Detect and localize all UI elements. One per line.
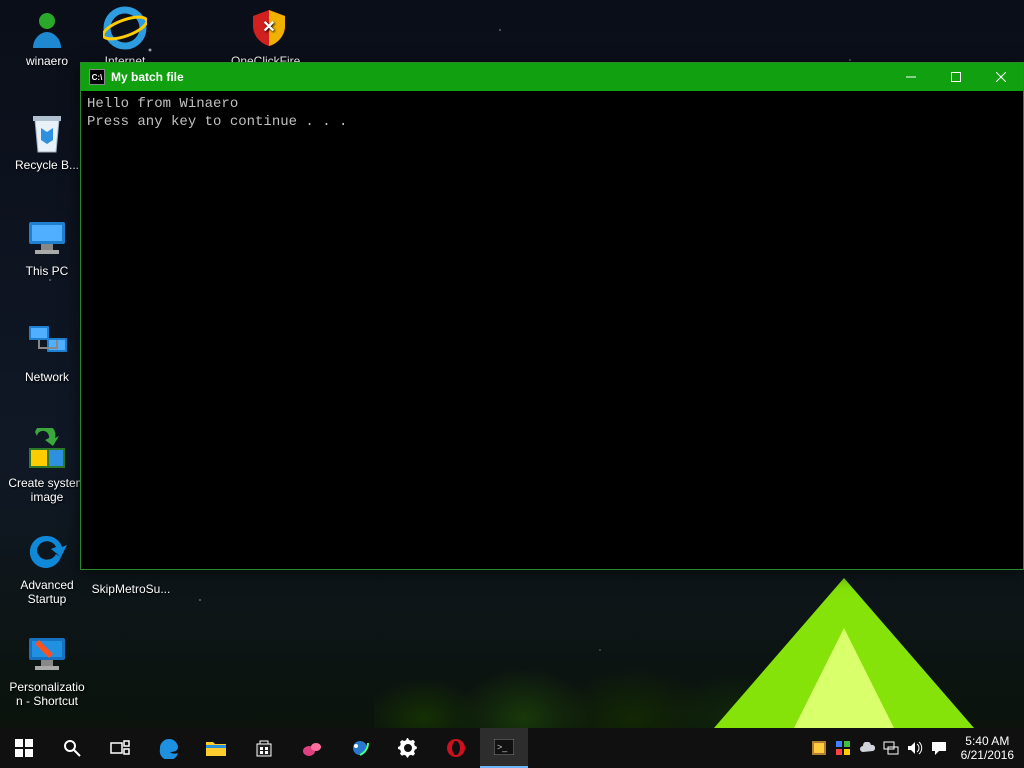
tray-notifications-icon[interactable] xyxy=(927,728,951,768)
desktop-icon-network[interactable]: Network xyxy=(8,320,86,384)
taskview-button[interactable] xyxy=(96,728,144,768)
desktop-icon-recycle[interactable]: Recycle B... xyxy=(8,108,86,172)
tray-onedrive-icon[interactable] xyxy=(855,728,879,768)
close-button[interactable] xyxy=(978,63,1023,91)
search-button[interactable] xyxy=(48,728,96,768)
tray-icon-2[interactable] xyxy=(831,728,855,768)
taskbar[interactable]: >_ 5:40 AM 6/21/2016 xyxy=(0,728,1024,768)
store-button[interactable] xyxy=(240,728,288,768)
pc-icon xyxy=(23,214,71,262)
shield-icon: ✕ xyxy=(245,4,293,52)
maximize-button[interactable] xyxy=(933,63,978,91)
cmd-window[interactable]: C:\ My batch file Hello from Winaero Pre… xyxy=(80,62,1024,570)
titlebar[interactable]: C:\ My batch file xyxy=(81,63,1023,91)
refresh-icon xyxy=(23,528,71,576)
clock-time: 5:40 AM xyxy=(961,734,1014,748)
tray-icon-1[interactable] xyxy=(807,728,831,768)
pinned-app-2[interactable] xyxy=(336,728,384,768)
start-button[interactable] xyxy=(0,728,48,768)
system-tray[interactable]: 5:40 AM 6/21/2016 xyxy=(807,728,1024,768)
desktop-icon-internet[interactable]: Internet xyxy=(86,4,164,68)
desktop-icon-label: winaero xyxy=(8,54,86,68)
desktop-icon-create-system-image[interactable]: Create system image xyxy=(8,426,86,504)
opera-button[interactable] xyxy=(432,728,480,768)
desktop-icon-advanced-startup[interactable]: Advanced Startup xyxy=(8,528,86,606)
backup-icon xyxy=(23,426,71,474)
pinned-app-1[interactable] xyxy=(288,728,336,768)
desktop-icon-label: Personalization - Shortcut xyxy=(8,680,86,708)
svg-text:>_: >_ xyxy=(497,742,508,752)
desktop-icon-label: Advanced Startup xyxy=(8,578,86,606)
desktop-icon-winaero[interactable]: winaero xyxy=(8,4,86,68)
settings-button[interactable] xyxy=(384,728,432,768)
console-output[interactable]: Hello from Winaero Press any key to cont… xyxy=(81,91,1023,135)
svg-text:✕: ✕ xyxy=(262,19,275,36)
desktop-icon-label: Recycle B... xyxy=(8,158,86,172)
ie-icon xyxy=(101,4,149,52)
tray-network-icon[interactable] xyxy=(879,728,903,768)
desktop-icon-label: Network xyxy=(8,370,86,384)
explorer-button[interactable] xyxy=(192,728,240,768)
desktop-icon-label: SkipMetroSu... xyxy=(86,582,176,596)
tray-volume-icon[interactable] xyxy=(903,728,927,768)
desktop-icon-label: This PC xyxy=(8,264,86,278)
window-title: My batch file xyxy=(111,70,888,84)
taskbar-clock[interactable]: 5:40 AM 6/21/2016 xyxy=(951,734,1024,762)
edge-button[interactable] xyxy=(144,728,192,768)
desktop-icon-label: Create system image xyxy=(8,476,86,504)
file-icon xyxy=(107,574,155,580)
network-icon xyxy=(23,320,71,368)
desktop-icon-personalization[interactable]: Personalization - Shortcut xyxy=(8,630,86,708)
desktop-icon-skipmetro[interactable]: SkipMetroSu... xyxy=(86,574,176,596)
monitor-paint-icon xyxy=(23,630,71,678)
recycle-bin-icon xyxy=(23,108,71,156)
cmd-taskbar-button[interactable]: >_ xyxy=(480,728,528,768)
desktop-icon-thispc[interactable]: This PC xyxy=(8,214,86,278)
clock-date: 6/21/2016 xyxy=(961,748,1014,762)
cmd-icon: C:\ xyxy=(89,69,105,85)
user-icon xyxy=(23,4,71,52)
minimize-button[interactable] xyxy=(888,63,933,91)
